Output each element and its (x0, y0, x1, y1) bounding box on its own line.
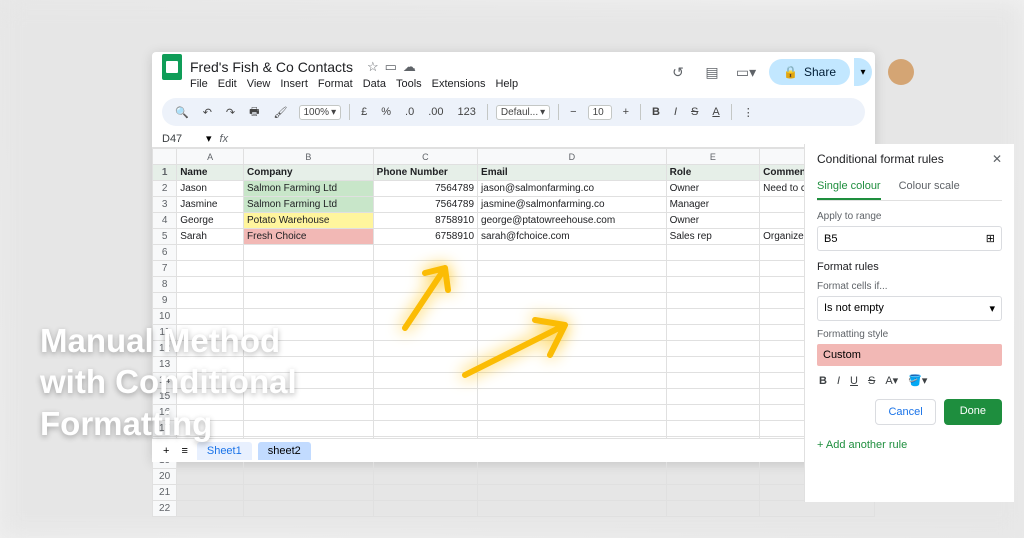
menu-tools[interactable]: Tools (396, 78, 422, 90)
close-icon[interactable]: ✕ (992, 152, 1002, 166)
undo-icon[interactable]: ↶ (200, 106, 215, 119)
avatar[interactable] (888, 59, 914, 85)
table-row[interactable]: 6 (153, 245, 875, 261)
italic-icon[interactable]: I (671, 106, 680, 118)
lock-icon: 🔒 (783, 65, 798, 79)
name-box-row: D47 ▾ fx (152, 130, 875, 148)
text-color-icon[interactable]: A (709, 106, 722, 118)
share-button[interactable]: 🔒 Share (769, 59, 850, 85)
comments-icon[interactable]: ▤ (701, 61, 723, 83)
col-header-D[interactable]: D (478, 149, 667, 165)
header-row[interactable]: 1 Name Company Phone Number Email Role C… (153, 165, 875, 181)
formatting-style-label: Formatting style (817, 329, 1002, 340)
currency-icon[interactable]: £ (358, 106, 370, 118)
increase-font-icon[interactable]: + (620, 106, 632, 118)
search-icon[interactable]: 🔍 (172, 106, 192, 119)
format-rules-label: Format rules (817, 261, 1002, 273)
star-icon[interactable]: ☆ (367, 59, 379, 75)
add-sheet-icon[interactable]: + (160, 445, 172, 457)
menu-file[interactable]: File (190, 78, 208, 90)
text-color-icon[interactable]: A▾ (883, 372, 900, 389)
all-sheets-icon[interactable]: ≡ (178, 445, 190, 457)
menu-format[interactable]: Format (318, 78, 353, 90)
apply-range-label: Apply to range (817, 211, 1002, 222)
italic-icon[interactable]: I (835, 373, 842, 389)
redo-icon[interactable]: ↷ (223, 106, 238, 119)
add-rule-button[interactable]: + Add another rule (817, 439, 1002, 451)
fx-icon: fx (220, 133, 229, 145)
format-cells-if-label: Format cells if... (817, 281, 1002, 292)
underline-icon[interactable]: U (848, 373, 860, 389)
corner-cell[interactable] (153, 149, 177, 165)
share-caret[interactable]: ▾ (854, 58, 872, 86)
condition-select[interactable]: Is not empty▾ (817, 296, 1002, 321)
table-row[interactable]: 7 (153, 261, 875, 277)
tab-colour-scale[interactable]: Colour scale (899, 174, 960, 200)
col-header-E[interactable]: E (666, 149, 760, 165)
menu-data[interactable]: Data (363, 78, 386, 90)
table-row[interactable]: 21 (153, 485, 875, 501)
title-icons: ☆ ▭ ☁ (367, 59, 416, 75)
panel-title: Conditional format rules (817, 152, 944, 166)
menu-help[interactable]: Help (495, 78, 518, 90)
increase-decimal-icon[interactable]: .00 (425, 106, 446, 118)
cloud-icon[interactable]: ☁ (403, 59, 416, 75)
format-icon-row: B I U S A▾ 🪣▾ (817, 372, 1002, 389)
table-row[interactable]: 22 (153, 501, 875, 517)
menu-edit[interactable]: Edit (218, 78, 237, 90)
fontsize-input[interactable]: 10 (588, 105, 612, 120)
font-select[interactable]: Defaul...▾ (496, 105, 550, 120)
style-preview[interactable]: Custom (817, 344, 1002, 366)
sheets-logo-icon (162, 54, 182, 80)
table-row[interactable]: 20 (153, 469, 875, 485)
doc-title[interactable]: Fred's Fish & Co Contacts (190, 59, 353, 75)
tab-single-colour[interactable]: Single colour (817, 174, 881, 200)
overlay-caption: Manual Method with Conditional Formattin… (40, 320, 297, 444)
percent-icon[interactable]: % (378, 106, 394, 118)
table-row[interactable]: 3 Jasmine Salmon Farming Ltd 7564789 jas… (153, 197, 875, 213)
format-123-icon[interactable]: 123 (455, 106, 479, 118)
zoom-select[interactable]: 100%▾ (299, 105, 342, 120)
paint-format-icon[interactable]: 🖌 (271, 106, 291, 119)
done-button[interactable]: Done (944, 399, 1002, 425)
range-input[interactable]: B5 ⊞ (817, 226, 1002, 251)
top-right-controls: ↺ ▤ ▭▾ 🔒 Share ▾ (667, 58, 914, 86)
strike-icon[interactable]: S (866, 373, 877, 389)
col-header-B[interactable]: B (244, 149, 374, 165)
menu-insert[interactable]: Insert (280, 78, 308, 90)
table-row[interactable]: 4 George Potato Warehouse 8758910 george… (153, 213, 875, 229)
decrease-font-icon[interactable]: − (567, 106, 579, 118)
menu-extensions[interactable]: Extensions (432, 78, 486, 90)
sheet-tab-1[interactable]: Sheet1 (197, 442, 252, 460)
fill-color-icon[interactable]: 🪣▾ (906, 372, 929, 389)
table-row[interactable]: 5 Sarah Fresh Choice 6758910 sarah@fchoi… (153, 229, 875, 245)
table-row[interactable]: 2 Jason Salmon Farming Ltd 7564789 jason… (153, 181, 875, 197)
toolbar: 🔍 ↶ ↷ 🖶 🖌 100%▾ £ % .0 .00 123 Defaul...… (162, 98, 865, 126)
meet-icon[interactable]: ▭▾ (735, 61, 757, 83)
table-row[interactable]: 8 (153, 277, 875, 293)
history-icon[interactable]: ↺ (667, 61, 689, 83)
annotation-arrow-2 (450, 300, 590, 395)
col-header-C[interactable]: C (373, 149, 477, 165)
name-box[interactable]: D47 (162, 133, 198, 145)
decrease-decimal-icon[interactable]: .0 (402, 106, 417, 118)
conditional-format-panel: Conditional format rules ✕ Single colour… (804, 144, 1014, 502)
name-box-caret-icon[interactable]: ▾ (206, 132, 212, 145)
bold-icon[interactable]: B (817, 373, 829, 389)
strike-icon[interactable]: S (688, 106, 701, 118)
menu-view[interactable]: View (247, 78, 271, 90)
bold-icon[interactable]: B (649, 106, 663, 118)
cancel-button[interactable]: Cancel (875, 399, 935, 425)
more-icon[interactable]: ⋮ (740, 106, 757, 119)
grid-select-icon[interactable]: ⊞ (986, 232, 995, 245)
print-icon[interactable]: 🖶 (246, 103, 262, 122)
col-header-A[interactable]: A (177, 149, 244, 165)
sheet-tab-2[interactable]: sheet2 (258, 442, 311, 460)
move-icon[interactable]: ▭ (385, 59, 397, 75)
